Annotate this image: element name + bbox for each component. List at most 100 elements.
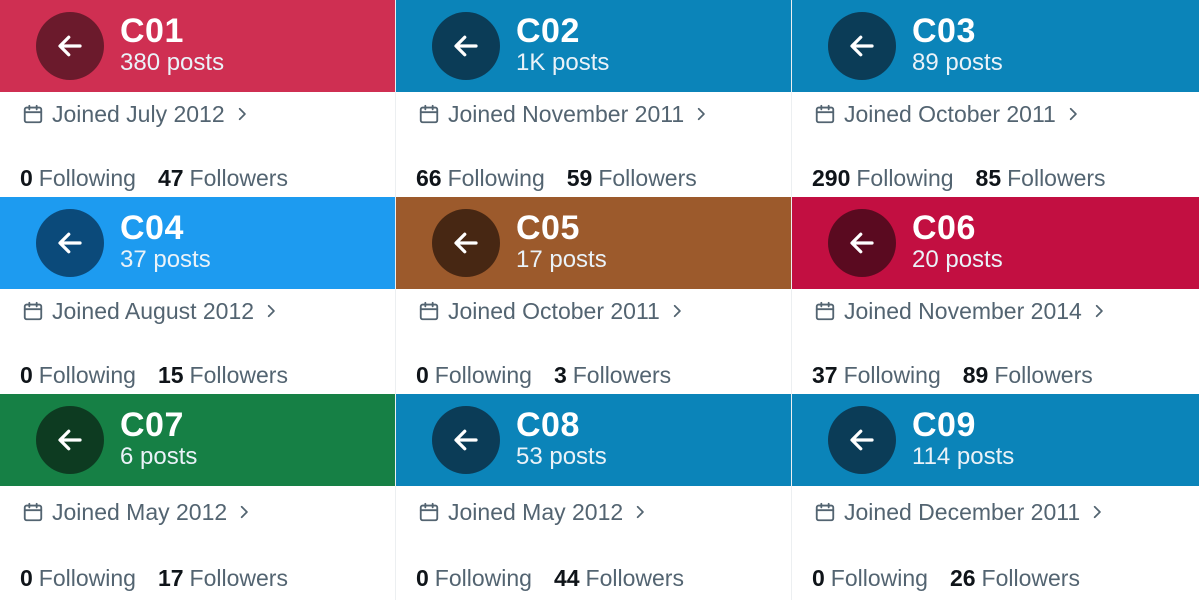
followers-link[interactable]: 15 Followers xyxy=(158,361,288,389)
follow-stats: 66 Following 59 Followers xyxy=(416,164,697,192)
calendar-icon xyxy=(815,502,835,522)
follow-stats: 37 Following 89 Followers xyxy=(812,361,1093,389)
calendar-icon xyxy=(23,301,43,321)
follow-stats: 0 Following 26 Followers xyxy=(812,564,1080,592)
joined-date[interactable]: Joined July 2012 xyxy=(22,100,249,128)
following-label: Following xyxy=(856,165,954,191)
profile-card: C06 20 posts Joined November 2014 37 Fol… xyxy=(792,197,1199,394)
back-button[interactable] xyxy=(432,209,500,277)
following-label: Following xyxy=(434,362,532,388)
joined-label: Joined November 2014 xyxy=(844,298,1082,324)
followers-count: 89 xyxy=(962,362,989,388)
back-button[interactable] xyxy=(36,406,104,474)
profile-name: C08 xyxy=(516,406,580,444)
joined-date[interactable]: Joined October 2011 xyxy=(418,297,684,325)
following-link[interactable]: 0 Following xyxy=(416,361,532,389)
following-link[interactable]: 0 Following xyxy=(20,164,136,192)
follow-stats: 0 Following 47 Followers xyxy=(20,164,288,192)
following-link[interactable]: 0 Following xyxy=(20,564,136,592)
joined-label: Joined August 2012 xyxy=(52,298,255,324)
back-button[interactable] xyxy=(828,406,896,474)
joined-date[interactable]: Joined December 2011 xyxy=(814,498,1104,526)
following-link[interactable]: 0 Following xyxy=(812,564,928,592)
chevron-right-icon xyxy=(673,304,681,318)
profile-card: C05 17 posts Joined October 2011 0 Follo… xyxy=(396,197,792,394)
profile-header: C02 1K posts xyxy=(396,0,791,92)
followers-link[interactable]: 89 Followers xyxy=(963,361,1093,389)
followers-link[interactable]: 17 Followers xyxy=(158,564,288,592)
back-button[interactable] xyxy=(432,12,500,80)
calendar-icon xyxy=(419,104,439,124)
followers-count: 47 xyxy=(157,165,184,191)
back-button[interactable] xyxy=(36,12,104,80)
profile-card: C04 37 posts Joined August 2012 0 Follow… xyxy=(0,197,396,394)
arrow-left-icon xyxy=(454,232,478,254)
followers-link[interactable]: 47 Followers xyxy=(158,164,288,192)
calendar-icon xyxy=(419,502,439,522)
profile-card: C07 6 posts Joined May 2012 0 Following … xyxy=(0,394,396,600)
joined-date[interactable]: Joined May 2012 xyxy=(22,498,251,526)
following-link[interactable]: 0 Following xyxy=(20,361,136,389)
chevron-right-icon xyxy=(240,505,248,519)
post-count: 53 posts xyxy=(516,443,607,470)
followers-count: 17 xyxy=(157,565,184,591)
following-count: 0 xyxy=(20,165,33,191)
profile-card: C09 114 posts Joined December 2011 0 Fol… xyxy=(792,394,1199,600)
post-count: 17 posts xyxy=(516,246,607,273)
followers-count: 26 xyxy=(949,565,976,591)
profile-header: C03 89 posts xyxy=(792,0,1199,92)
following-link[interactable]: 66 Following xyxy=(416,164,545,192)
followers-count: 3 xyxy=(553,362,567,388)
followers-count: 44 xyxy=(553,565,580,591)
profile-card: C08 53 posts Joined May 2012 0 Following… xyxy=(396,394,792,600)
follow-stats: 0 Following 15 Followers xyxy=(20,361,288,389)
following-label: Following xyxy=(38,165,136,191)
followers-link[interactable]: 3 Followers xyxy=(554,361,671,389)
following-count: 0 xyxy=(20,362,33,388)
profile-name: C01 xyxy=(120,12,184,50)
followers-link[interactable]: 85 Followers xyxy=(976,164,1106,192)
followers-link[interactable]: 26 Followers xyxy=(950,564,1080,592)
chevron-right-icon xyxy=(267,304,275,318)
chevron-right-icon xyxy=(636,505,644,519)
joined-date[interactable]: Joined August 2012 xyxy=(22,297,278,325)
profile-grid: C01 380 posts Joined July 2012 0 Followi… xyxy=(0,0,1199,600)
followers-count: 85 xyxy=(975,165,1002,191)
following-label: Following xyxy=(843,362,941,388)
post-count: 37 posts xyxy=(120,246,211,273)
following-link[interactable]: 290 Following xyxy=(812,164,954,192)
joined-label: Joined July 2012 xyxy=(52,101,225,127)
joined-date[interactable]: Joined November 2011 xyxy=(418,100,708,128)
chevron-right-icon xyxy=(1093,505,1101,519)
arrow-left-icon xyxy=(58,232,82,254)
back-button[interactable] xyxy=(432,406,500,474)
joined-date[interactable]: Joined November 2014 xyxy=(814,297,1106,325)
profile-header: C06 20 posts xyxy=(792,197,1199,289)
profile-name: C02 xyxy=(516,12,580,50)
following-count: 37 xyxy=(812,362,838,388)
joined-date[interactable]: Joined October 2011 xyxy=(814,100,1080,128)
followers-label: Followers xyxy=(189,565,288,591)
profile-header: C09 114 posts xyxy=(792,394,1199,486)
profile-header: C05 17 posts xyxy=(396,197,791,289)
calendar-icon xyxy=(23,104,43,124)
following-link[interactable]: 37 Following xyxy=(812,361,941,389)
profile-header: C08 53 posts xyxy=(396,394,791,486)
followers-label: Followers xyxy=(189,165,288,191)
profile-name: C04 xyxy=(120,209,184,247)
back-button[interactable] xyxy=(828,209,896,277)
followers-link[interactable]: 44 Followers xyxy=(554,564,684,592)
followers-link[interactable]: 59 Followers xyxy=(567,164,697,192)
joined-date[interactable]: Joined May 2012 xyxy=(418,498,647,526)
following-link[interactable]: 0 Following xyxy=(416,564,532,592)
arrow-left-icon xyxy=(454,35,478,57)
arrow-left-icon xyxy=(58,429,82,451)
calendar-icon xyxy=(23,502,43,522)
profile-name: C03 xyxy=(912,12,976,50)
profile-name: C09 xyxy=(912,406,976,444)
profile-name: C05 xyxy=(516,209,580,247)
profile-header: C07 6 posts xyxy=(0,394,395,486)
back-button[interactable] xyxy=(36,209,104,277)
back-button[interactable] xyxy=(828,12,896,80)
calendar-icon xyxy=(419,301,439,321)
